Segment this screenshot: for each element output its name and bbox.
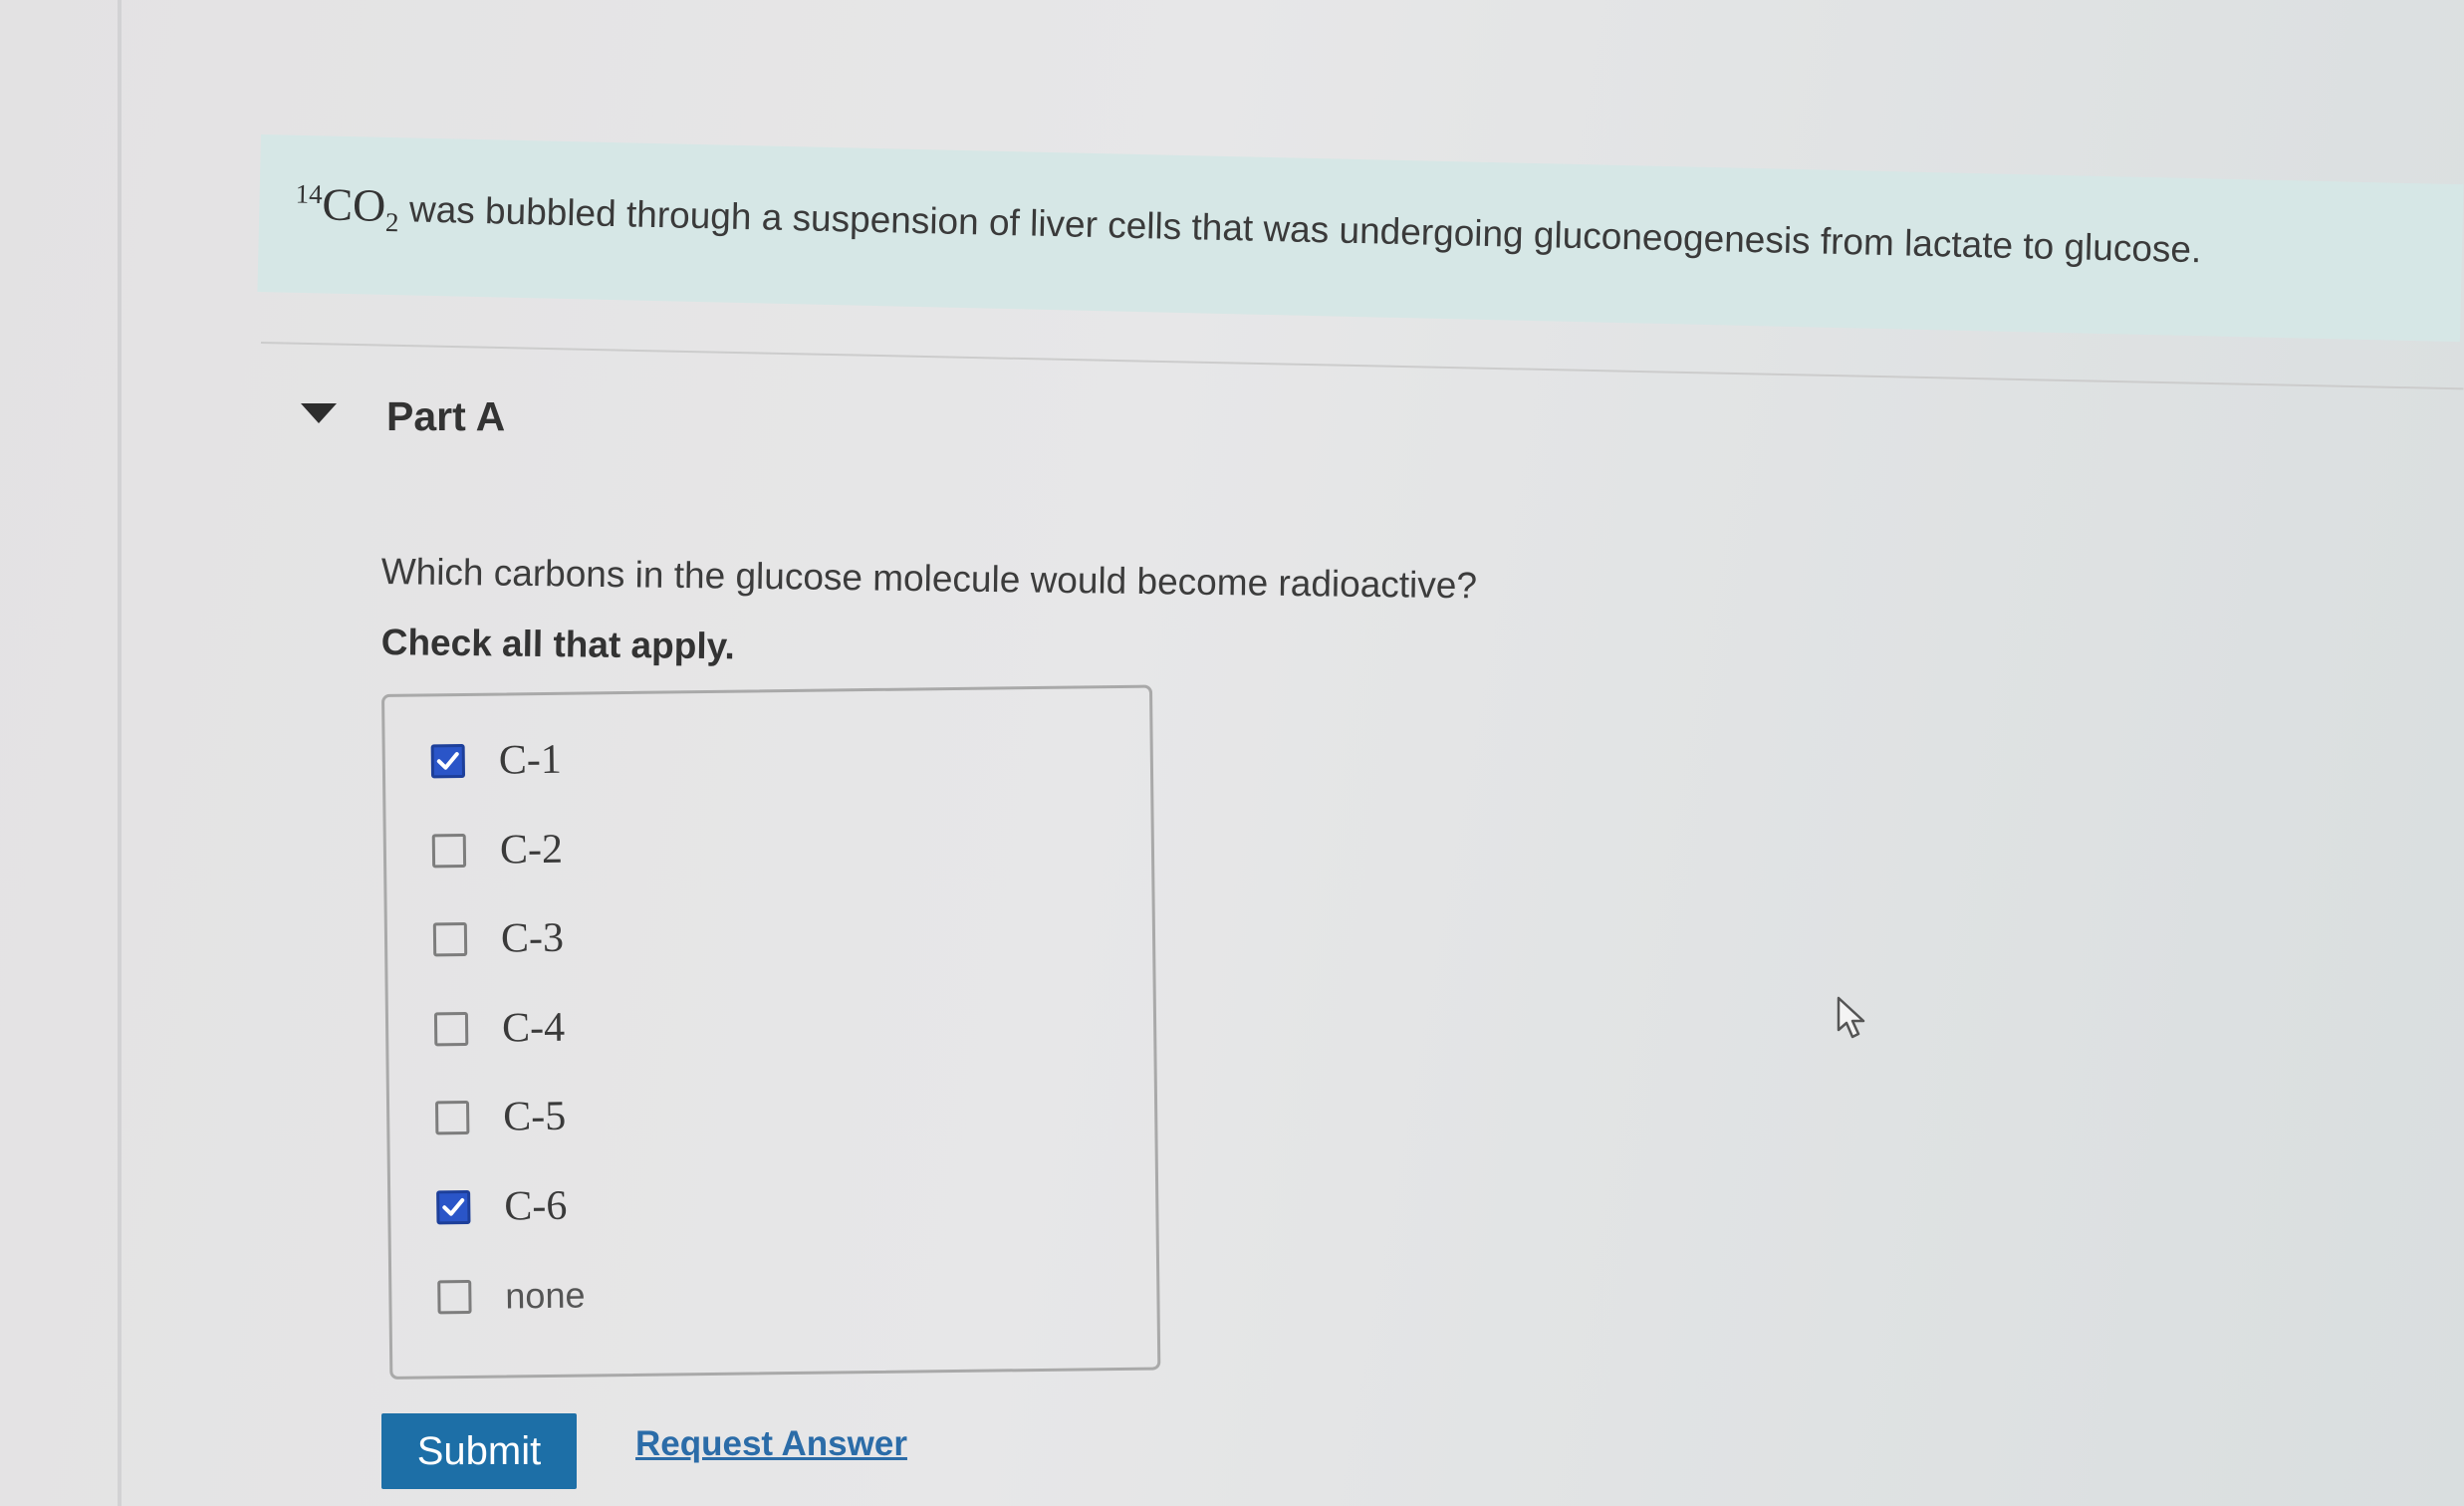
- option-label: none: [505, 1274, 586, 1317]
- option-c4[interactable]: C-4: [433, 1004, 566, 1053]
- checkbox-checked[interactable]: [436, 1189, 471, 1225]
- option-c3[interactable]: C-3: [432, 914, 565, 963]
- checkbox-unchecked[interactable]: [433, 1011, 469, 1047]
- checkbox-unchecked[interactable]: [434, 1100, 470, 1135]
- submit-button[interactable]: Submit: [381, 1413, 577, 1489]
- option-label: C-4: [501, 1004, 566, 1052]
- option-label: C-2: [499, 826, 564, 874]
- option-c6[interactable]: C-6: [436, 1183, 568, 1231]
- intro-text: was bubbled through a suspension of live…: [408, 188, 2202, 271]
- option-label: C-6: [504, 1182, 568, 1230]
- section-divider: [260, 342, 2464, 390]
- mouse-pointer-icon: [1837, 996, 1865, 1039]
- checkbox-unchecked[interactable]: [432, 921, 468, 957]
- checkmark-icon: [442, 1198, 465, 1216]
- checkbox-unchecked[interactable]: [437, 1279, 472, 1315]
- intro-statement: 14CO2 was bubbled through a suspension o…: [295, 177, 2202, 280]
- formula-main: CO: [321, 178, 386, 231]
- part-title[interactable]: Part A: [386, 393, 505, 440]
- answer-options-box: C-1 C-2 C-3 C-4 C-5 C-6 none: [381, 684, 1161, 1380]
- option-label: C-5: [502, 1093, 567, 1140]
- checkbox-unchecked[interactable]: [431, 833, 467, 869]
- formula-isotope: 14: [295, 178, 323, 210]
- option-label: C-3: [500, 914, 565, 962]
- screen: 14CO2 was bubbled through a suspension o…: [0, 0, 2464, 1506]
- option-none[interactable]: none: [437, 1273, 586, 1321]
- intro-panel: 14CO2 was bubbled through a suspension o…: [257, 134, 2464, 343]
- instruction-text: Check all that apply.: [380, 622, 736, 667]
- option-c1[interactable]: C-1: [430, 736, 563, 785]
- left-border: [118, 0, 122, 1506]
- checkmark-icon: [436, 752, 459, 770]
- request-answer-link[interactable]: Request Answer: [635, 1424, 907, 1464]
- co2-formula: 14CO2: [295, 178, 400, 237]
- option-c2[interactable]: C-2: [431, 826, 564, 875]
- question-text: Which carbons in the glucose molecule wo…: [380, 551, 1478, 607]
- option-c5[interactable]: C-5: [434, 1093, 567, 1141]
- formula-subscript: 2: [384, 207, 399, 238]
- checkbox-checked[interactable]: [430, 743, 466, 779]
- option-label: C-1: [498, 736, 563, 784]
- collapse-caret-icon[interactable]: [301, 403, 337, 423]
